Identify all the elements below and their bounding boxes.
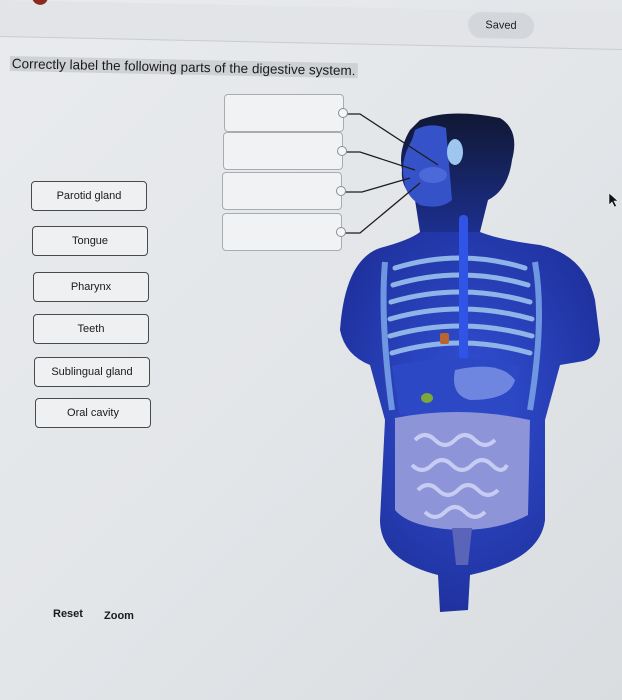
zoom-button[interactable]: Zoom — [104, 610, 134, 622]
label-oral-cavity[interactable]: Oral cavity — [35, 398, 151, 428]
label-pharynx[interactable]: Pharynx — [33, 272, 149, 302]
slot-anchor-dot — [337, 146, 347, 156]
parotid-gland-shape — [447, 139, 463, 165]
label-parotid-gland[interactable]: Parotid gland — [31, 181, 147, 211]
mouse-cursor-icon — [608, 192, 619, 208]
slot-anchor-dot — [336, 186, 346, 196]
notification-badge — [32, 0, 48, 6]
digestive-system-diagram — [340, 113, 600, 612]
question-prompt: Correctly label the following parts of t… — [9, 56, 358, 79]
label-sublingual-gland[interactable]: Sublingual gland — [34, 357, 150, 387]
drop-slot-1[interactable] — [224, 94, 348, 132]
esophagus-shape — [459, 215, 468, 360]
reset-button[interactable]: Reset — [53, 608, 83, 620]
saved-status-badge: Saved — [468, 11, 534, 40]
drop-slot-4[interactable] — [222, 213, 346, 251]
slot-anchor-dot — [336, 227, 346, 237]
slot-anchor-dot — [338, 108, 348, 118]
gallbladder-shape — [421, 393, 433, 403]
top-bar: Saved — [0, 0, 622, 51]
drop-slot-2[interactable] — [223, 132, 347, 170]
label-teeth[interactable]: Teeth — [33, 314, 149, 344]
drop-slot-3[interactable] — [222, 172, 346, 210]
leader-line-3 — [345, 177, 411, 193]
label-tongue[interactable]: Tongue — [32, 226, 148, 256]
